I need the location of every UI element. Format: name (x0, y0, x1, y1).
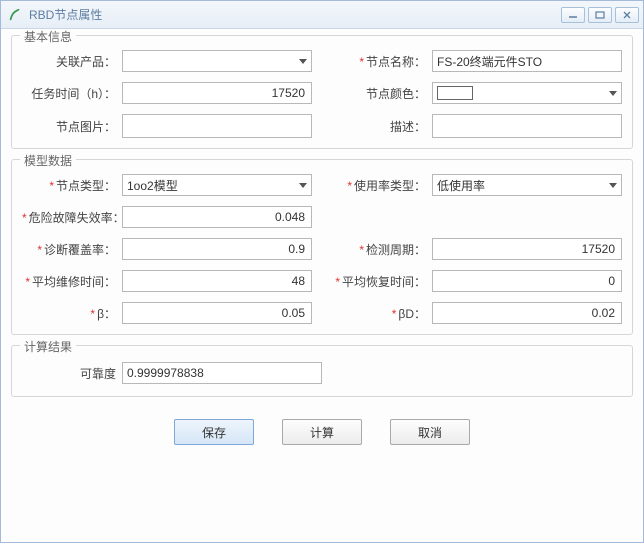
field-betaD: *βD： (332, 302, 622, 324)
required-marker: * (90, 307, 95, 321)
required-marker: * (25, 275, 30, 289)
chevron-down-icon (299, 183, 307, 188)
required-marker: * (359, 55, 364, 69)
betaD-input[interactable] (432, 302, 622, 324)
danger-fail-rate-input[interactable] (122, 206, 312, 228)
window-title: RBD节点属性 (29, 6, 561, 23)
field-node-name: *节点名称： (332, 50, 622, 72)
calc-button[interactable]: 计算 (282, 419, 362, 445)
cancel-button[interactable]: 取消 (390, 419, 470, 445)
close-button[interactable] (615, 7, 639, 23)
related-product-label: 关联产品： (22, 53, 122, 70)
usage-type-label: 使用率类型： (354, 179, 426, 193)
beta-input[interactable] (122, 302, 312, 324)
betaD-label: βD： (398, 307, 426, 321)
detect-period-label: 检测周期： (366, 243, 426, 257)
field-empty-1 (332, 206, 622, 228)
usage-type-value: 低使用率 (437, 177, 485, 194)
mean-repair-time-input[interactable] (122, 270, 312, 292)
mean-recover-time-input[interactable] (432, 270, 622, 292)
required-marker: * (359, 243, 364, 257)
group-basic-legend: 基本信息 (20, 29, 76, 45)
group-result: 计算结果 可靠度 (11, 345, 633, 397)
task-time-label: 任务时间（h）： (22, 85, 122, 102)
group-model-data: 模型数据 *节点类型： 1oo2模型 *使用率类型： 低使用率 (11, 159, 633, 335)
node-name-label: 节点名称： (366, 55, 426, 69)
color-swatch (437, 86, 473, 100)
minimize-button[interactable] (561, 7, 585, 23)
chevron-down-icon (299, 59, 307, 64)
field-mean-recover-time: *平均恢复时间： (332, 270, 622, 292)
chevron-down-icon (609, 183, 617, 188)
required-marker: * (49, 179, 54, 193)
save-button-label: 保存 (202, 424, 226, 441)
field-detect-period: *检测周期： (332, 238, 622, 260)
reliability-output[interactable] (122, 362, 322, 384)
field-related-product: 关联产品： (22, 50, 312, 72)
required-marker: * (335, 275, 340, 289)
required-marker: * (37, 243, 42, 257)
group-basic-info: 基本信息 关联产品： *节点名称： (11, 35, 633, 149)
field-diag-cover: *诊断覆盖率： (22, 238, 312, 260)
task-time-input[interactable] (122, 82, 312, 104)
diag-cover-label: 诊断覆盖率： (44, 243, 116, 257)
mean-repair-time-label: 平均维修时间： (32, 275, 116, 289)
dialog-content: 基本信息 关联产品： *节点名称： (1, 29, 643, 542)
field-node-type: *节点类型： 1oo2模型 (22, 174, 312, 196)
field-usage-type: *使用率类型： 低使用率 (332, 174, 622, 196)
chevron-down-icon (609, 91, 617, 96)
group-result-legend: 计算结果 (20, 338, 76, 355)
detect-period-input[interactable] (432, 238, 622, 260)
calc-button-label: 计算 (310, 424, 334, 441)
field-task-time: 任务时间（h）： (22, 82, 312, 104)
dialog-footer: 保存 计算 取消 (11, 407, 633, 459)
related-product-select[interactable] (122, 50, 312, 72)
node-name-input[interactable] (432, 50, 622, 72)
description-label: 描述： (332, 118, 432, 135)
node-image-label: 节点图片： (22, 118, 122, 135)
beta-label: β： (97, 307, 116, 321)
field-beta: *β： (22, 302, 312, 324)
field-reliability: 可靠度 (22, 360, 622, 386)
field-description: 描述： (332, 114, 622, 138)
maximize-button[interactable] (588, 7, 612, 23)
field-danger-fail-rate: *危险故障失效率： (22, 206, 312, 228)
danger-fail-rate-label: 危险故障失效率： (29, 211, 125, 225)
node-type-value: 1oo2模型 (127, 177, 178, 194)
cancel-button-label: 取消 (418, 424, 442, 441)
app-logo-icon (7, 7, 23, 23)
required-marker: * (347, 179, 352, 193)
field-mean-repair-time: *平均维修时间： (22, 270, 312, 292)
dialog-rbd-node-properties: RBD节点属性 基本信息 关联产品： (0, 0, 644, 543)
diag-cover-input[interactable] (122, 238, 312, 260)
mean-recover-time-label: 平均恢复时间： (342, 275, 426, 289)
group-model-legend: 模型数据 (20, 152, 76, 169)
field-node-image: 节点图片： (22, 114, 312, 138)
field-node-color: 节点颜色： (332, 82, 622, 104)
description-input[interactable] (432, 114, 622, 138)
required-marker: * (22, 211, 27, 225)
reliability-label: 可靠度 (22, 365, 122, 382)
usage-type-select[interactable]: 低使用率 (432, 174, 622, 196)
required-marker: * (392, 307, 397, 321)
node-type-label: 节点类型： (56, 179, 116, 193)
node-color-label: 节点颜色： (332, 85, 432, 102)
node-image-box[interactable] (122, 114, 312, 138)
save-button[interactable]: 保存 (174, 419, 254, 445)
titlebar: RBD节点属性 (1, 1, 643, 29)
window-controls (561, 7, 639, 23)
node-color-select[interactable] (432, 82, 622, 104)
node-type-select[interactable]: 1oo2模型 (122, 174, 312, 196)
